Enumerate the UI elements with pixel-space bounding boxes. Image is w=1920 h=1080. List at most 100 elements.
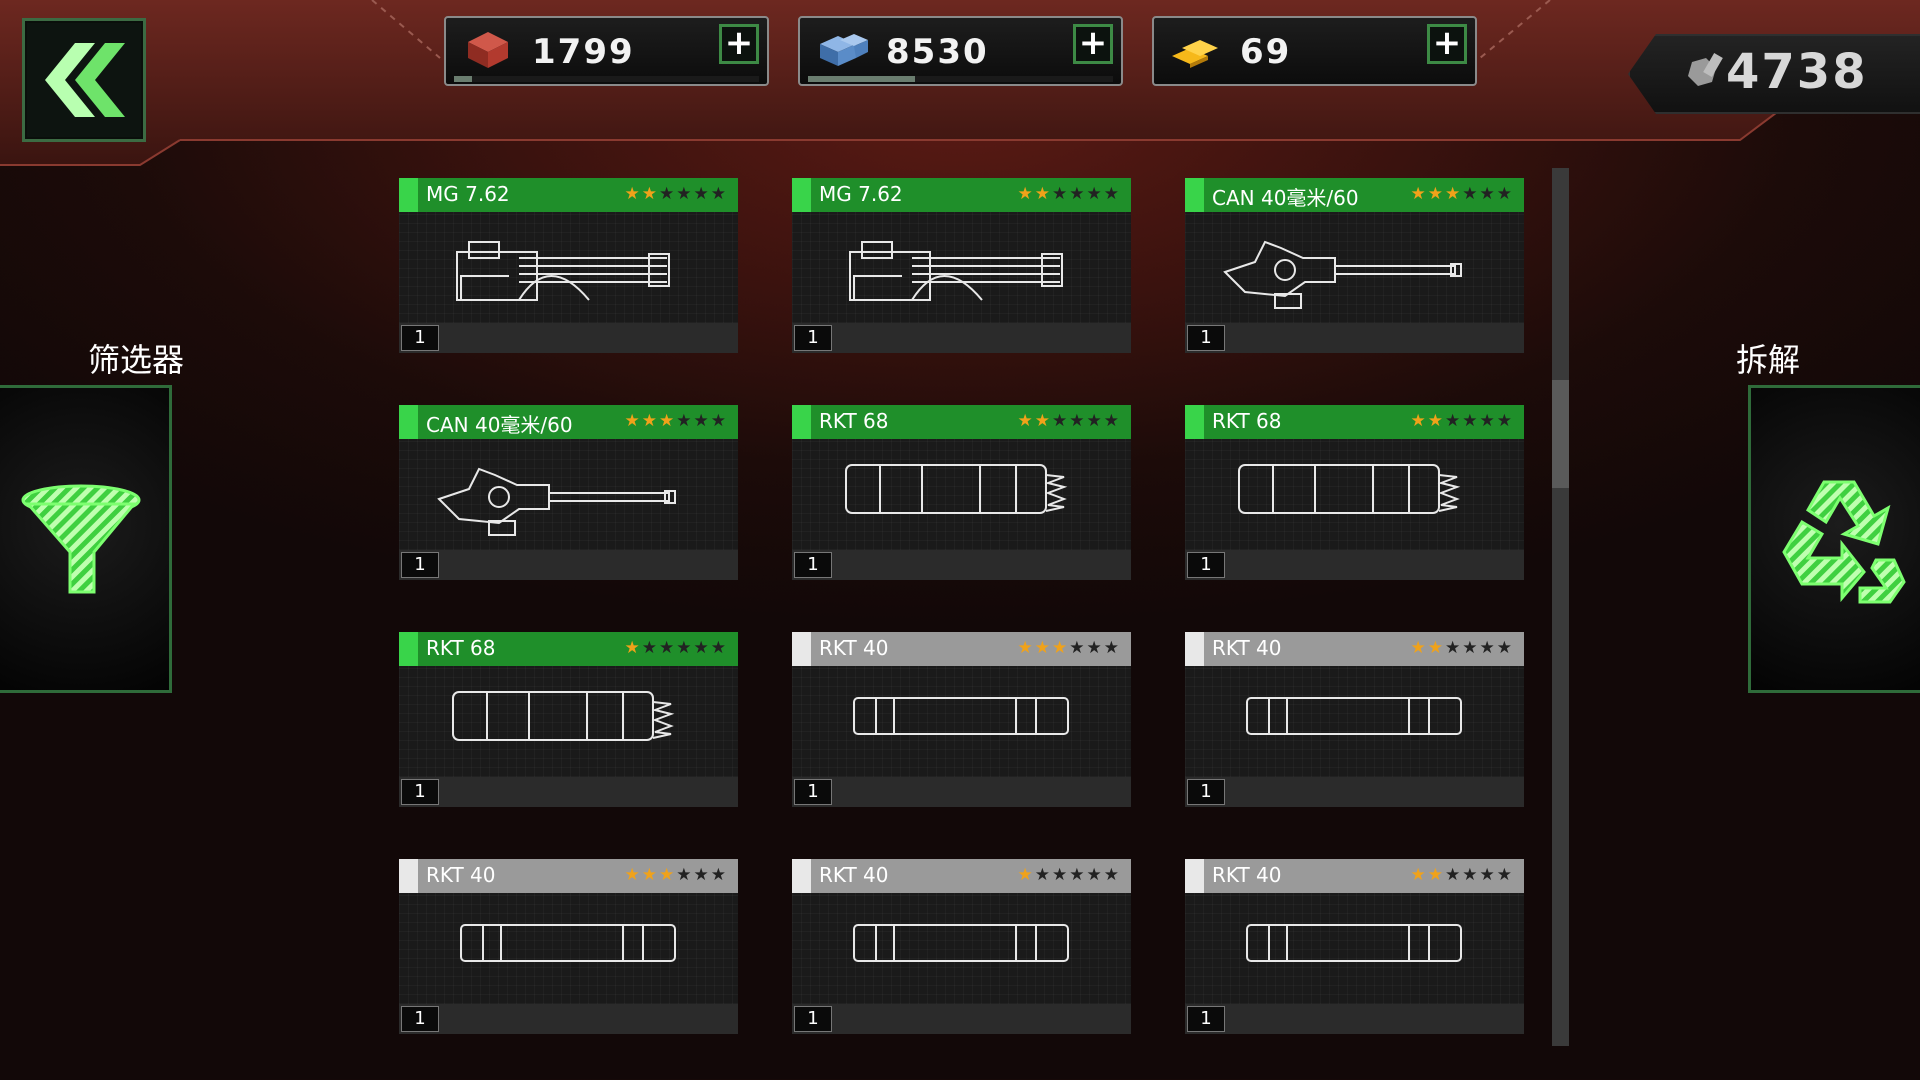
item-header: RKT 68 ★★★★★★	[792, 405, 1131, 439]
item-card[interactable]: RKT 68 ★★★★★★ 1	[792, 405, 1131, 580]
item-card[interactable]: RKT 40 ★★★★★★ 1	[1185, 859, 1524, 1034]
scrollbar-thumb[interactable]	[1552, 380, 1569, 488]
can-weapon-icon	[437, 467, 676, 536]
item-star-rating: ★★★★★★	[1410, 184, 1514, 204]
item-card[interactable]: RKT 40 ★★★★★★ 1	[399, 859, 738, 1034]
item-image	[399, 893, 738, 1004]
item-star-rating: ★★★★★★	[1410, 638, 1514, 658]
item-header: RKT 68 ★★★★★★	[399, 632, 738, 666]
supplies-value: 1799	[532, 32, 635, 72]
materials-value: 8530	[886, 32, 989, 72]
item-card[interactable]: RKT 68 ★★★★★★ 1	[399, 632, 738, 807]
back-button[interactable]	[22, 18, 146, 142]
filter-button[interactable]	[0, 385, 172, 693]
item-card[interactable]: CAN 40毫米/60 ★★★★★★ 1	[1185, 178, 1524, 353]
rkt40-weapon-icon	[853, 924, 1069, 962]
item-name: CAN 40毫米/60	[1212, 186, 1359, 210]
item-card[interactable]: MG 7.62 ★★★★★★ 1	[792, 178, 1131, 353]
item-image	[792, 212, 1131, 323]
item-name: RKT 40	[819, 863, 889, 887]
rkt68-weapon-icon	[452, 691, 675, 741]
item-count: 1	[1187, 552, 1225, 578]
item-header: MG 7.62 ★★★★★★	[399, 178, 738, 212]
item-name: CAN 40毫米/60	[426, 413, 573, 437]
rkt68-weapon-icon	[1238, 464, 1461, 514]
item-count: 1	[794, 552, 832, 578]
item-header: CAN 40毫米/60 ★★★★★★	[1185, 178, 1524, 212]
item-image	[792, 439, 1131, 550]
item-footer: 1	[399, 550, 738, 580]
item-count: 1	[401, 552, 439, 578]
item-header: RKT 40 ★★★★★★	[792, 632, 1131, 666]
item-star-rating: ★★★★★★	[1017, 411, 1121, 431]
item-card[interactable]: RKT 68 ★★★★★★ 1	[1185, 405, 1524, 580]
item-count: 1	[794, 779, 832, 805]
item-name: RKT 40	[1212, 863, 1282, 887]
item-name: RKT 40	[1212, 636, 1282, 660]
add-materials-button[interactable]: +	[1073, 24, 1113, 64]
gold-bars-icon	[1172, 40, 1218, 68]
item-count: 1	[1187, 325, 1225, 351]
item-name: MG 7.62	[426, 182, 510, 206]
item-card[interactable]: MG 7.62 ★★★★★★ 1	[399, 178, 738, 353]
item-card[interactable]: RKT 40 ★★★★★★ 1	[792, 632, 1131, 807]
item-footer: 1	[1185, 550, 1524, 580]
mg-weapon-icon	[849, 241, 1063, 301]
item-name: RKT 68	[1212, 409, 1282, 433]
funnel-icon	[21, 484, 141, 594]
item-footer: 1	[1185, 777, 1524, 807]
item-footer: 1	[399, 323, 738, 353]
dismantle-button[interactable]	[1748, 385, 1920, 693]
rkt68-weapon-icon	[845, 464, 1068, 514]
item-header: RKT 40 ★★★★★★	[792, 859, 1131, 893]
red-crate-icon	[468, 32, 508, 68]
item-name: RKT 68	[819, 409, 889, 433]
item-image	[1185, 212, 1524, 323]
item-count: 1	[794, 1006, 832, 1032]
resource-supplies: 1799 +	[444, 16, 769, 86]
item-header: RKT 40 ★★★★★★	[1185, 632, 1524, 666]
filter-label: 筛选器	[88, 341, 185, 379]
rkt40-weapon-icon	[1246, 924, 1462, 962]
gold-value: 69	[1240, 32, 1292, 72]
item-star-rating: ★★★★★★	[624, 411, 728, 431]
item-star-rating: ★★★★★★	[1017, 638, 1121, 658]
add-supplies-button[interactable]: +	[719, 24, 759, 64]
item-header: RKT 68 ★★★★★★	[1185, 405, 1524, 439]
item-card[interactable]: CAN 40毫米/60 ★★★★★★ 1	[399, 405, 738, 580]
blue-cubes-icon	[820, 34, 868, 66]
item-header: MG 7.62 ★★★★★★	[792, 178, 1131, 212]
item-footer: 1	[792, 550, 1131, 580]
item-star-rating: ★★★★★★	[1410, 865, 1514, 885]
item-footer: 1	[792, 1004, 1131, 1034]
item-star-rating: ★★★★★★	[624, 638, 728, 658]
double-chevron-left-icon	[45, 43, 125, 117]
resource-gold: 69 +	[1152, 16, 1477, 86]
parts-value: 4738	[1726, 44, 1868, 100]
resource-materials: 8530 +	[798, 16, 1123, 86]
item-image	[792, 893, 1131, 1004]
item-name: MG 7.62	[819, 182, 903, 206]
item-header: RKT 40 ★★★★★★	[399, 859, 738, 893]
inventory-scrollbar[interactable]	[1552, 168, 1569, 1046]
rkt40-weapon-icon	[1246, 697, 1462, 735]
item-footer: 1	[1185, 323, 1524, 353]
item-star-rating: ★★★★★★	[624, 184, 728, 204]
materials-progress-bar	[808, 76, 1113, 82]
can-weapon-icon	[1223, 240, 1462, 309]
item-name: RKT 68	[426, 636, 496, 660]
item-image	[399, 212, 738, 323]
item-count: 1	[1187, 1006, 1225, 1032]
item-footer: 1	[792, 323, 1131, 353]
supplies-progress-bar	[454, 76, 759, 82]
recycle-icon	[1782, 480, 1906, 604]
item-star-rating: ★★★★★★	[1017, 865, 1121, 885]
item-card[interactable]: RKT 40 ★★★★★★ 1	[1185, 632, 1524, 807]
item-footer: 1	[1185, 1004, 1524, 1034]
nut-bolt-icon	[1688, 52, 1723, 86]
item-header: CAN 40毫米/60 ★★★★★★	[399, 405, 738, 439]
item-card[interactable]: RKT 40 ★★★★★★ 1	[792, 859, 1131, 1034]
item-count: 1	[1187, 779, 1225, 805]
item-image	[1185, 666, 1524, 777]
add-gold-button[interactable]: +	[1427, 24, 1467, 64]
